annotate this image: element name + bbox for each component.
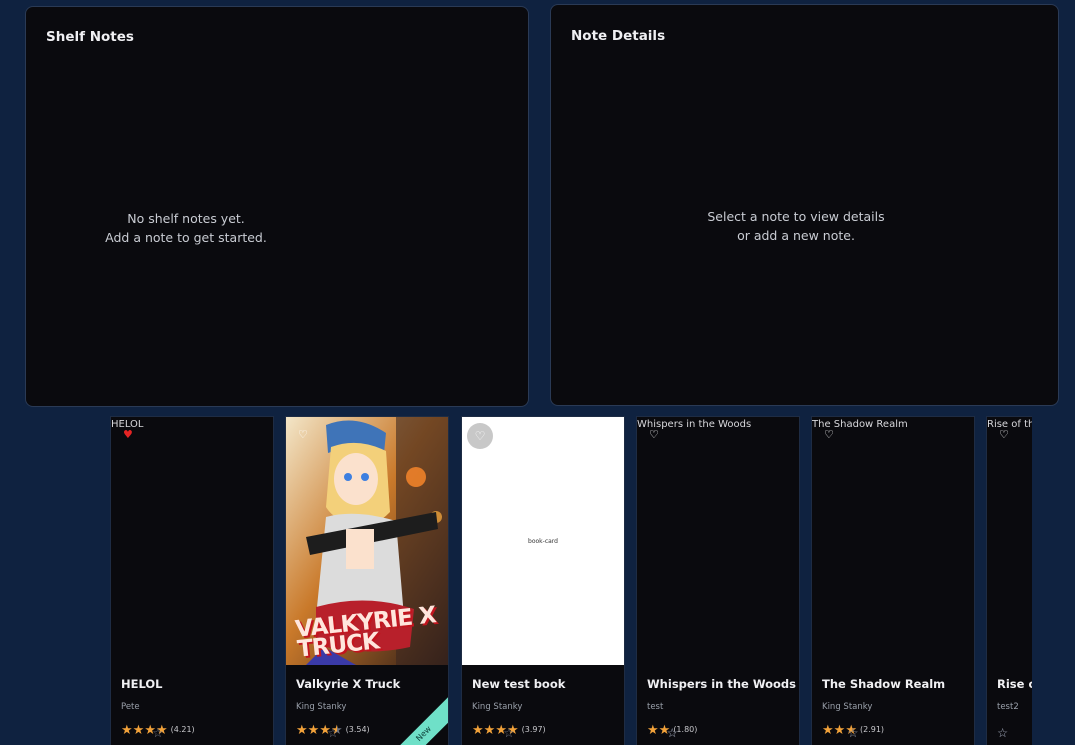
book-card[interactable]: Rise of th ♡ Rise of test2 ☆☆☆ [986, 416, 1032, 745]
favorite-heart-icon[interactable]: ♡ [999, 429, 1009, 440]
book-card[interactable]: The Shadow Realm ♡ The Shadow Realm King… [811, 416, 975, 745]
star-rating: ★★★ ☆ ☆ (2.91) [822, 723, 884, 741]
star-empty-icon: ☆ [503, 725, 515, 740]
book-author: King Stanky [822, 702, 873, 712]
shelf-notes-empty-line2: Add a note to get started. [105, 230, 267, 245]
star-rating: ★★★★ ☆ (3.97) [472, 723, 546, 741]
star-rating: ★★ ☆ ☆ ☆ (1.80) [647, 723, 697, 741]
shelf-notes-title: Shelf Notes [46, 29, 134, 45]
book-author: Pete [121, 702, 140, 712]
book-cover[interactable]: Whispers in the Woods ♡ [637, 417, 799, 665]
book-author: King Stanky [296, 702, 347, 712]
star-empty-icon: ☆ [666, 725, 678, 740]
book-cover[interactable]: ♡ book-card [462, 417, 624, 665]
book-card[interactable]: ♡ book-card New test book King Stanky ★★… [461, 416, 625, 745]
new-badge: New [382, 692, 448, 745]
shelf-notes-panel: Shelf Notes No shelf notes yet. Add a no… [25, 6, 529, 407]
favorite-heart-icon[interactable]: ♡ [298, 429, 308, 440]
book-cover[interactable]: The Shadow Realm ♡ [812, 417, 974, 665]
shelf-notes-empty-line1: No shelf notes yet. [127, 211, 245, 226]
note-details-empty-line1: Select a note to view details [707, 209, 885, 224]
favorite-heart-icon[interactable]: ♥ [123, 429, 133, 440]
star-rating: ★★★★ ☆ (3.54) [296, 723, 370, 741]
book-card[interactable]: ♡ VALKYRIE X TRUCK Valkyrie X Truck King… [285, 416, 449, 745]
star-empty-icon: ☆ [327, 725, 339, 740]
note-details-panel: Note Details Select a note to view detai… [550, 4, 1059, 406]
book-author: test [647, 702, 664, 712]
favorite-heart-icon[interactable]: ♡ [467, 423, 493, 449]
star-empty-icon: ☆ [847, 725, 859, 740]
note-details-empty-message: Select a note to view details or add a n… [611, 207, 981, 245]
book-title[interactable]: The Shadow Realm [822, 677, 945, 691]
star-empty-icon: ☆ [152, 725, 164, 740]
book-title[interactable]: HELOL [121, 677, 163, 691]
book-card[interactable]: Whispers in the Woods ♡ Whispers in the … [636, 416, 800, 745]
book-title[interactable]: Whispers in the Woods [647, 677, 796, 691]
cover-title: Rise of th [987, 419, 1032, 430]
book-author: test2 [997, 702, 1019, 712]
book-card[interactable]: HELOL ♥ HELOL Pete ★★★★ ☆ (4.21) [110, 416, 274, 745]
book-title[interactable]: Valkyrie X Truck [296, 677, 400, 691]
book-shelf: HELOL ♥ HELOL Pete ★★★★ ☆ (4.21) ♡ VALKY… [110, 416, 1032, 745]
note-details-empty-line2: or add a new note. [737, 228, 855, 243]
favorite-heart-icon[interactable]: ♡ [649, 429, 659, 440]
book-cover[interactable]: Rise of th ♡ [987, 417, 1032, 665]
favorite-heart-icon[interactable]: ♡ [824, 429, 834, 440]
book-title[interactable]: Rise of [997, 677, 1032, 691]
book-cover[interactable]: HELOL ♥ [111, 417, 273, 665]
book-title[interactable]: New test book [472, 677, 565, 691]
shelf-notes-empty-message: No shelf notes yet. Add a note to get st… [26, 209, 346, 247]
star-rating: ★★★★ ☆ (4.21) [121, 723, 195, 741]
book-author: King Stanky [472, 702, 523, 712]
note-details-title: Note Details [571, 28, 666, 44]
cover-placeholder-label: book-card [528, 538, 558, 545]
book-cover[interactable]: ♡ VALKYRIE X TRUCK [286, 417, 448, 665]
